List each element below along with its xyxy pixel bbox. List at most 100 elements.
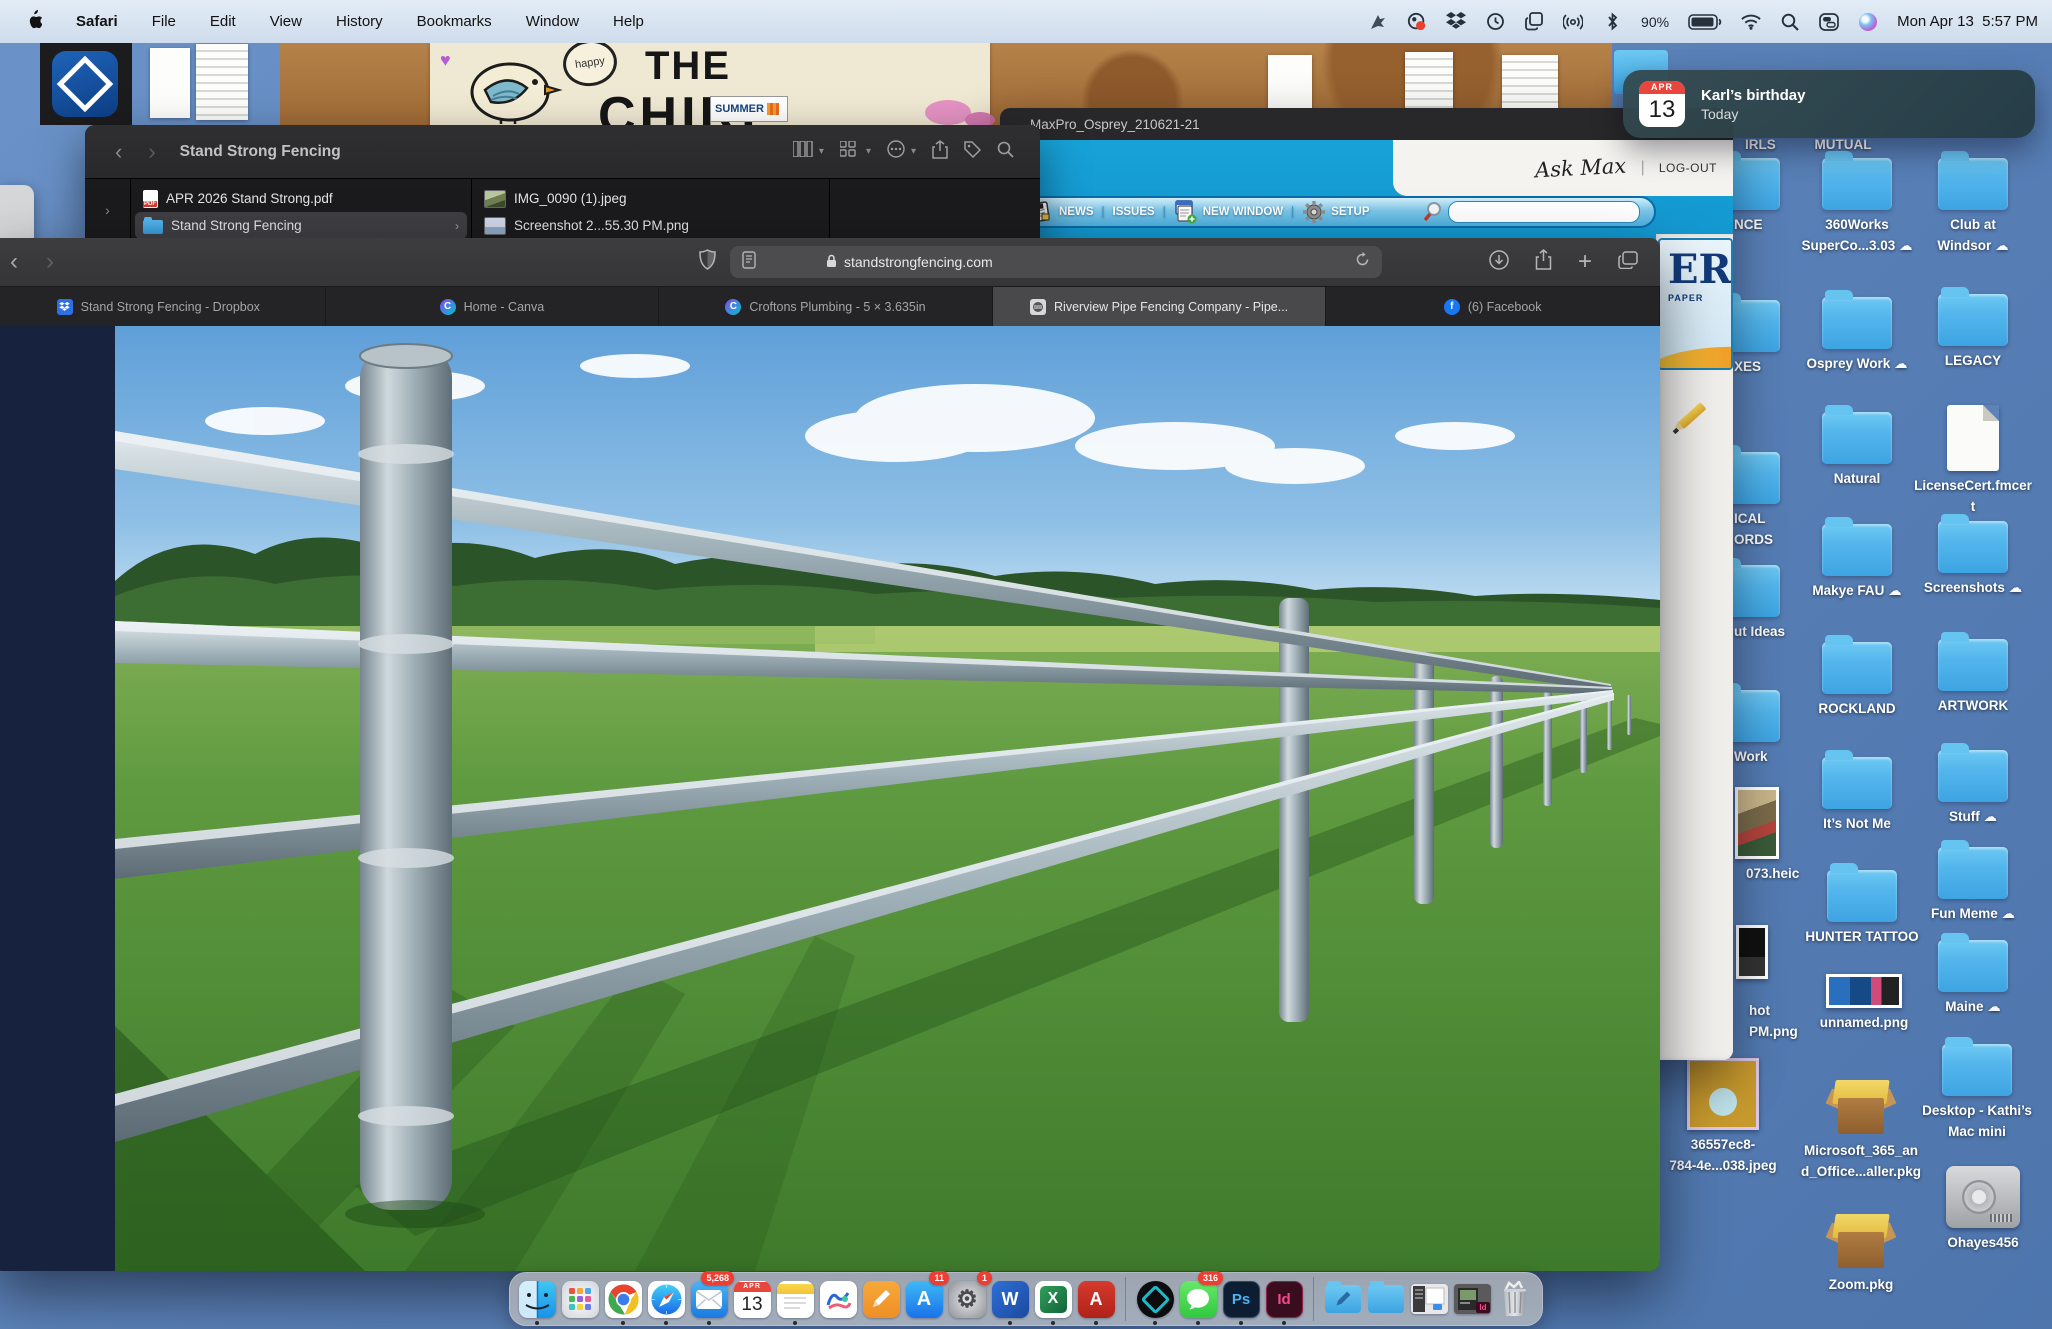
group-view-icon[interactable]: [840, 141, 860, 162]
dock-item-settings[interactable]: ⚙1: [948, 1273, 986, 1325]
fm-nav-issues[interactable]: ISSUES: [1113, 206, 1155, 218]
wifi-icon[interactable]: [1741, 12, 1761, 32]
menu-window[interactable]: Window: [526, 13, 579, 30]
desktop-item-rockland[interactable]: ROCKLAND: [1797, 642, 1917, 720]
dock-item-messages[interactable]: 316: [1179, 1273, 1217, 1325]
desktop-item-hunter-tattoo[interactable]: HUNTER TATTOO: [1802, 870, 1922, 948]
desktop-item-natural[interactable]: Natural: [1797, 412, 1917, 490]
safari-tab-1[interactable]: Stand Strong Fencing - Dropbox: [0, 287, 326, 326]
desktop-item-osprey-work[interactable]: Osprey Work ☁: [1797, 297, 1917, 375]
bluetooth-icon[interactable]: [1602, 12, 1622, 32]
dock-item-indesign[interactable]: Id: [1265, 1273, 1303, 1325]
finder-file-row[interactable]: Screenshot 2...55.30 PM.png: [476, 212, 825, 239]
dock-item-finder[interactable]: [518, 1273, 556, 1325]
menu-edit[interactable]: Edit: [210, 13, 236, 30]
menu-history[interactable]: History: [336, 13, 383, 30]
desktop-item-360works[interactable]: 360WorksSuperCo...3.03 ☁: [1797, 158, 1917, 257]
menu-file[interactable]: File: [152, 13, 176, 30]
dock-item-chrome[interactable]: [604, 1273, 642, 1325]
menu-bookmarks[interactable]: Bookmarks: [417, 13, 492, 30]
safari-tab-5[interactable]: f(6) Facebook: [1326, 287, 1660, 326]
safari-tab-3[interactable]: CCroftons Plumbing - 5 × 3.635in: [659, 287, 993, 326]
desktop-item-club-at[interactable]: Club atWindsor ☁: [1913, 158, 2033, 257]
dock-item-trash[interactable]: [1496, 1273, 1534, 1325]
desktop-item-makye-fau[interactable]: Makye FAU ☁: [1797, 524, 1917, 602]
finder-file-row[interactable]: IMG_0090 (1).jpeg: [476, 185, 825, 212]
desktop-item-unnamed-png[interactable]: unnamed.png: [1804, 974, 1924, 1034]
menu-help[interactable]: Help: [613, 13, 644, 30]
fm-nav-new-window[interactable]: NEW WINDOW: [1174, 200, 1283, 224]
desktop-item-desktop-kathi-s[interactable]: Desktop - Kathi’sMac mini: [1917, 1044, 2037, 1143]
dock-item-folder-documents[interactable]: [1367, 1273, 1405, 1325]
control-center-icon[interactable]: [1819, 12, 1839, 32]
apple-menu[interactable]: [26, 10, 42, 33]
column-view-icon[interactable]: [793, 141, 813, 162]
desktop-item-legacy[interactable]: LEGACY: [1913, 294, 2033, 372]
privacy-shield-icon[interactable]: [699, 249, 716, 275]
desktop-item-artwork[interactable]: ARTWORK: [1913, 639, 2033, 717]
fm-nav-setup[interactable]: SETUP: [1302, 200, 1369, 224]
dock-item-appstore[interactable]: A11: [905, 1273, 943, 1325]
dock-item-word[interactable]: W: [991, 1273, 1029, 1325]
back-button[interactable]: ‹: [10, 248, 18, 276]
reader-icon[interactable]: [742, 251, 756, 274]
desktop-item-microsoft-365-an[interactable]: Microsoft_365_and_Office...aller.pkg: [1801, 1078, 1921, 1183]
dock-item-minimized-window[interactable]: [1410, 1273, 1448, 1325]
share-icon[interactable]: [932, 140, 948, 164]
desktop-item-maine[interactable]: Maine ☁: [1913, 940, 2033, 1018]
active-app-menu[interactable]: Safari: [76, 13, 118, 30]
desktop-item-36557ec8-[interactable]: 36557ec8-784-4e...038.jpeg: [1663, 1058, 1783, 1177]
dock-item-notes[interactable]: [776, 1273, 814, 1325]
fm-search-input[interactable]: [1448, 201, 1640, 223]
finder-file-row[interactable]: Stand Strong Fencing›: [135, 212, 467, 239]
dock-item-mail[interactable]: 5,268: [690, 1273, 728, 1325]
dock-item-calendar[interactable]: APR13: [733, 1273, 771, 1325]
column-disclosure[interactable]: ›: [85, 179, 131, 240]
more-actions-icon[interactable]: [887, 140, 905, 163]
forward-button[interactable]: ›: [46, 248, 54, 276]
time-machine-icon[interactable]: [1485, 12, 1505, 32]
remote-access-icon[interactable]: [1368, 12, 1388, 32]
dropbox-icon[interactable]: [1446, 12, 1466, 32]
dock-item-launchpad[interactable]: [561, 1273, 599, 1325]
desktop-item-zoom-pkg[interactable]: Zoom.pkg: [1801, 1212, 1921, 1296]
desktop-item-fun-meme[interactable]: Fun Meme ☁: [1913, 847, 2033, 925]
dock-item-photoshop[interactable]: Ps: [1222, 1273, 1260, 1325]
dock-item-minimized-window-indesign[interactable]: Id: [1453, 1273, 1491, 1325]
address-bar[interactable]: standstrongfencing.com: [730, 246, 1382, 278]
menu-bar-clock[interactable]: Mon Apr 13 5:57 PM: [1897, 13, 2038, 30]
menu-view[interactable]: View: [270, 13, 302, 30]
pencil-icon[interactable]: [1666, 388, 1722, 444]
siri-icon[interactable]: [1858, 12, 1878, 32]
desktop-item-it-s-not-me[interactable]: It’s Not Me: [1797, 757, 1917, 835]
downloads-icon[interactable]: [1489, 250, 1509, 275]
chevron-down-icon[interactable]: ▾: [911, 146, 916, 157]
chevron-down-icon[interactable]: ▾: [819, 146, 824, 157]
safari-tab-2[interactable]: CHome - Canva: [326, 287, 660, 326]
logout-button[interactable]: LOG-OUT: [1659, 161, 1717, 175]
spotlight-icon[interactable]: [1780, 12, 1800, 32]
search-icon[interactable]: [1422, 200, 1444, 225]
tab-overview-icon[interactable]: [1618, 251, 1638, 274]
forward-button[interactable]: ›: [148, 139, 155, 165]
dock-item-folder-apps[interactable]: [1324, 1273, 1362, 1325]
finder-file-row[interactable]: APR 2026 Stand Strong.pdf: [135, 185, 467, 212]
desktop-item-licensecert-fmcer[interactable]: LicenseCert.fmcert: [1913, 405, 2033, 518]
meeting-status-icon[interactable]: [1407, 12, 1427, 32]
dock-item-pages[interactable]: [862, 1273, 900, 1325]
copy-clipboard-icon[interactable]: [1524, 12, 1544, 32]
share-icon[interactable]: [1535, 249, 1552, 275]
search-icon[interactable]: [997, 141, 1014, 163]
airdrop-icon[interactable]: [1563, 12, 1583, 32]
reload-icon[interactable]: [1355, 252, 1370, 272]
dock-item-acrobat[interactable]: A: [1077, 1273, 1115, 1325]
desktop-item-screenshots[interactable]: Screenshots ☁: [1913, 521, 2033, 599]
desktop-item-stuff[interactable]: Stuff ☁: [1913, 750, 2033, 828]
notification-banner[interactable]: APR 13 Karl’s birthday Today: [1623, 70, 2035, 138]
desktop-item-ohayes456[interactable]: Ohayes456: [1923, 1166, 2043, 1254]
back-button[interactable]: ‹: [115, 139, 122, 165]
tag-icon[interactable]: [964, 141, 981, 163]
chevron-down-icon[interactable]: ▾: [866, 146, 871, 157]
dock-item-freeform[interactable]: [819, 1273, 857, 1325]
dock-item-excel[interactable]: X: [1034, 1273, 1072, 1325]
